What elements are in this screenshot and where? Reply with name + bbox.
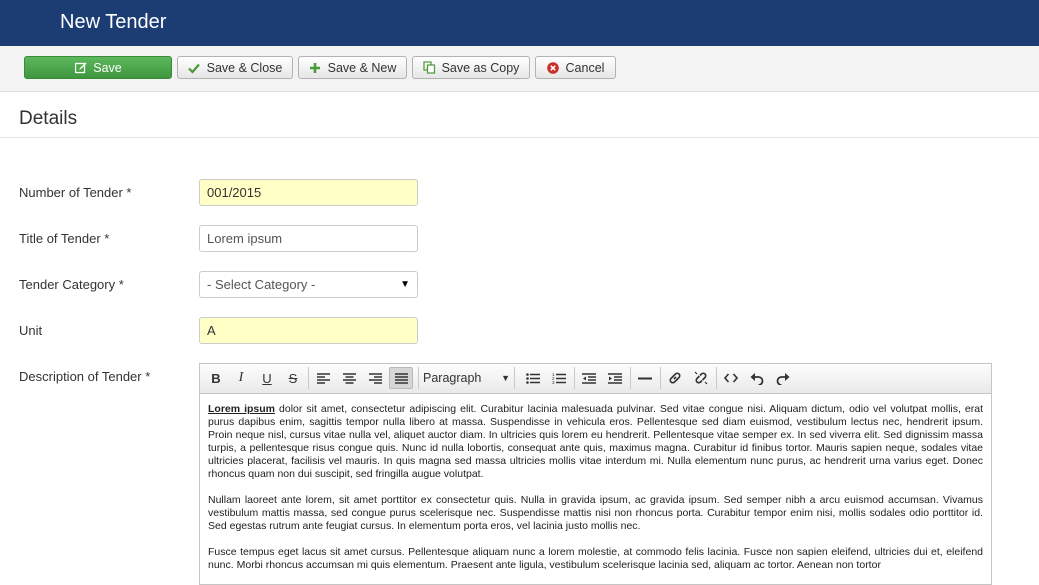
app-header: New Tender xyxy=(0,0,1039,46)
section-divider xyxy=(0,137,1039,138)
cancel-icon xyxy=(547,61,560,74)
align-justify-icon[interactable] xyxy=(389,367,413,389)
align-left-icon[interactable] xyxy=(311,367,335,389)
editor-content[interactable]: Lorem ipsum dolor sit amet, consectetur … xyxy=(200,394,991,572)
tender-category-select[interactable]: - Select Category - ▼ xyxy=(199,271,418,298)
plus-icon xyxy=(309,61,322,74)
dropdown-arrow-icon: ▼ xyxy=(400,279,410,290)
rich-text-editor: B I U S Paragraph ▼ 123 Lorem ipsum dolo… xyxy=(199,363,992,585)
checkmark-icon xyxy=(188,61,201,74)
section-title: Details xyxy=(19,108,78,129)
link-icon[interactable] xyxy=(663,367,687,389)
bold-icon[interactable]: B xyxy=(204,367,228,389)
italic-icon[interactable]: I xyxy=(229,367,253,389)
bullet-list-icon[interactable] xyxy=(521,367,545,389)
save-new-button[interactable]: Save & New xyxy=(298,56,407,79)
numbered-list-icon[interactable]: 123 xyxy=(547,367,571,389)
code-icon[interactable] xyxy=(719,367,743,389)
toolbar-separator xyxy=(716,367,717,389)
dropdown-arrow-icon: ▼ xyxy=(501,373,510,383)
toolbar-separator xyxy=(308,367,309,389)
edit-icon xyxy=(74,61,87,74)
save-as-copy-label: Save as Copy xyxy=(441,60,520,75)
editor-fade xyxy=(200,568,991,584)
undo-icon[interactable] xyxy=(745,367,769,389)
underline-icon[interactable]: U xyxy=(255,367,279,389)
toolbar-separator xyxy=(574,367,575,389)
toolbar-separator xyxy=(630,367,631,389)
svg-text:3: 3 xyxy=(552,380,555,384)
strikethrough-icon[interactable]: S xyxy=(281,367,305,389)
description-label: Description of Tender * xyxy=(19,369,151,384)
save-as-copy-button[interactable]: Save as Copy xyxy=(412,56,530,79)
format-value: Paragraph xyxy=(423,371,482,385)
save-new-label: Save & New xyxy=(327,60,397,75)
cancel-button[interactable]: Cancel xyxy=(535,56,616,79)
tender-category-label: Tender Category * xyxy=(19,277,124,292)
toolbar-separator xyxy=(660,367,661,389)
page-title: New Tender xyxy=(60,11,167,33)
editor-toolbar: B I U S Paragraph ▼ 123 xyxy=(200,364,991,394)
unit-label: Unit xyxy=(19,323,43,338)
title-of-tender-label: Title of Tender * xyxy=(19,231,110,246)
title-of-tender-input[interactable] xyxy=(199,225,418,252)
tender-category-value: - Select Category - xyxy=(207,277,316,292)
align-right-icon[interactable] xyxy=(363,367,387,389)
paragraph-text: dolor sit amet, consectetur adipiscing e… xyxy=(208,403,983,480)
paragraph: Lorem ipsum dolor sit amet, consectetur … xyxy=(208,403,983,481)
redo-icon[interactable] xyxy=(771,367,795,389)
outdent-icon[interactable] xyxy=(577,367,601,389)
save-button[interactable]: Save xyxy=(24,56,172,79)
paragraph: Nullam laoreet ante lorem, sit amet port… xyxy=(208,494,983,532)
indent-icon[interactable] xyxy=(603,367,627,389)
bold-lead-text: Lorem ipsum xyxy=(208,403,276,415)
unit-input[interactable] xyxy=(199,317,418,344)
action-toolbar: Save Save & Close Save & New Save as Cop… xyxy=(0,46,1039,92)
save-close-button[interactable]: Save & Close xyxy=(177,56,293,79)
cancel-label: Cancel xyxy=(565,60,605,75)
align-center-icon[interactable] xyxy=(337,367,361,389)
save-label: Save xyxy=(93,60,122,75)
copy-icon xyxy=(422,61,436,74)
number-of-tender-input[interactable] xyxy=(199,179,418,206)
horizontal-rule-icon[interactable] xyxy=(633,367,657,389)
save-close-label: Save & Close xyxy=(206,60,283,75)
format-select[interactable]: Paragraph ▼ xyxy=(418,367,515,389)
unlink-icon[interactable] xyxy=(689,367,713,389)
number-of-tender-label: Number of Tender * xyxy=(19,185,132,200)
